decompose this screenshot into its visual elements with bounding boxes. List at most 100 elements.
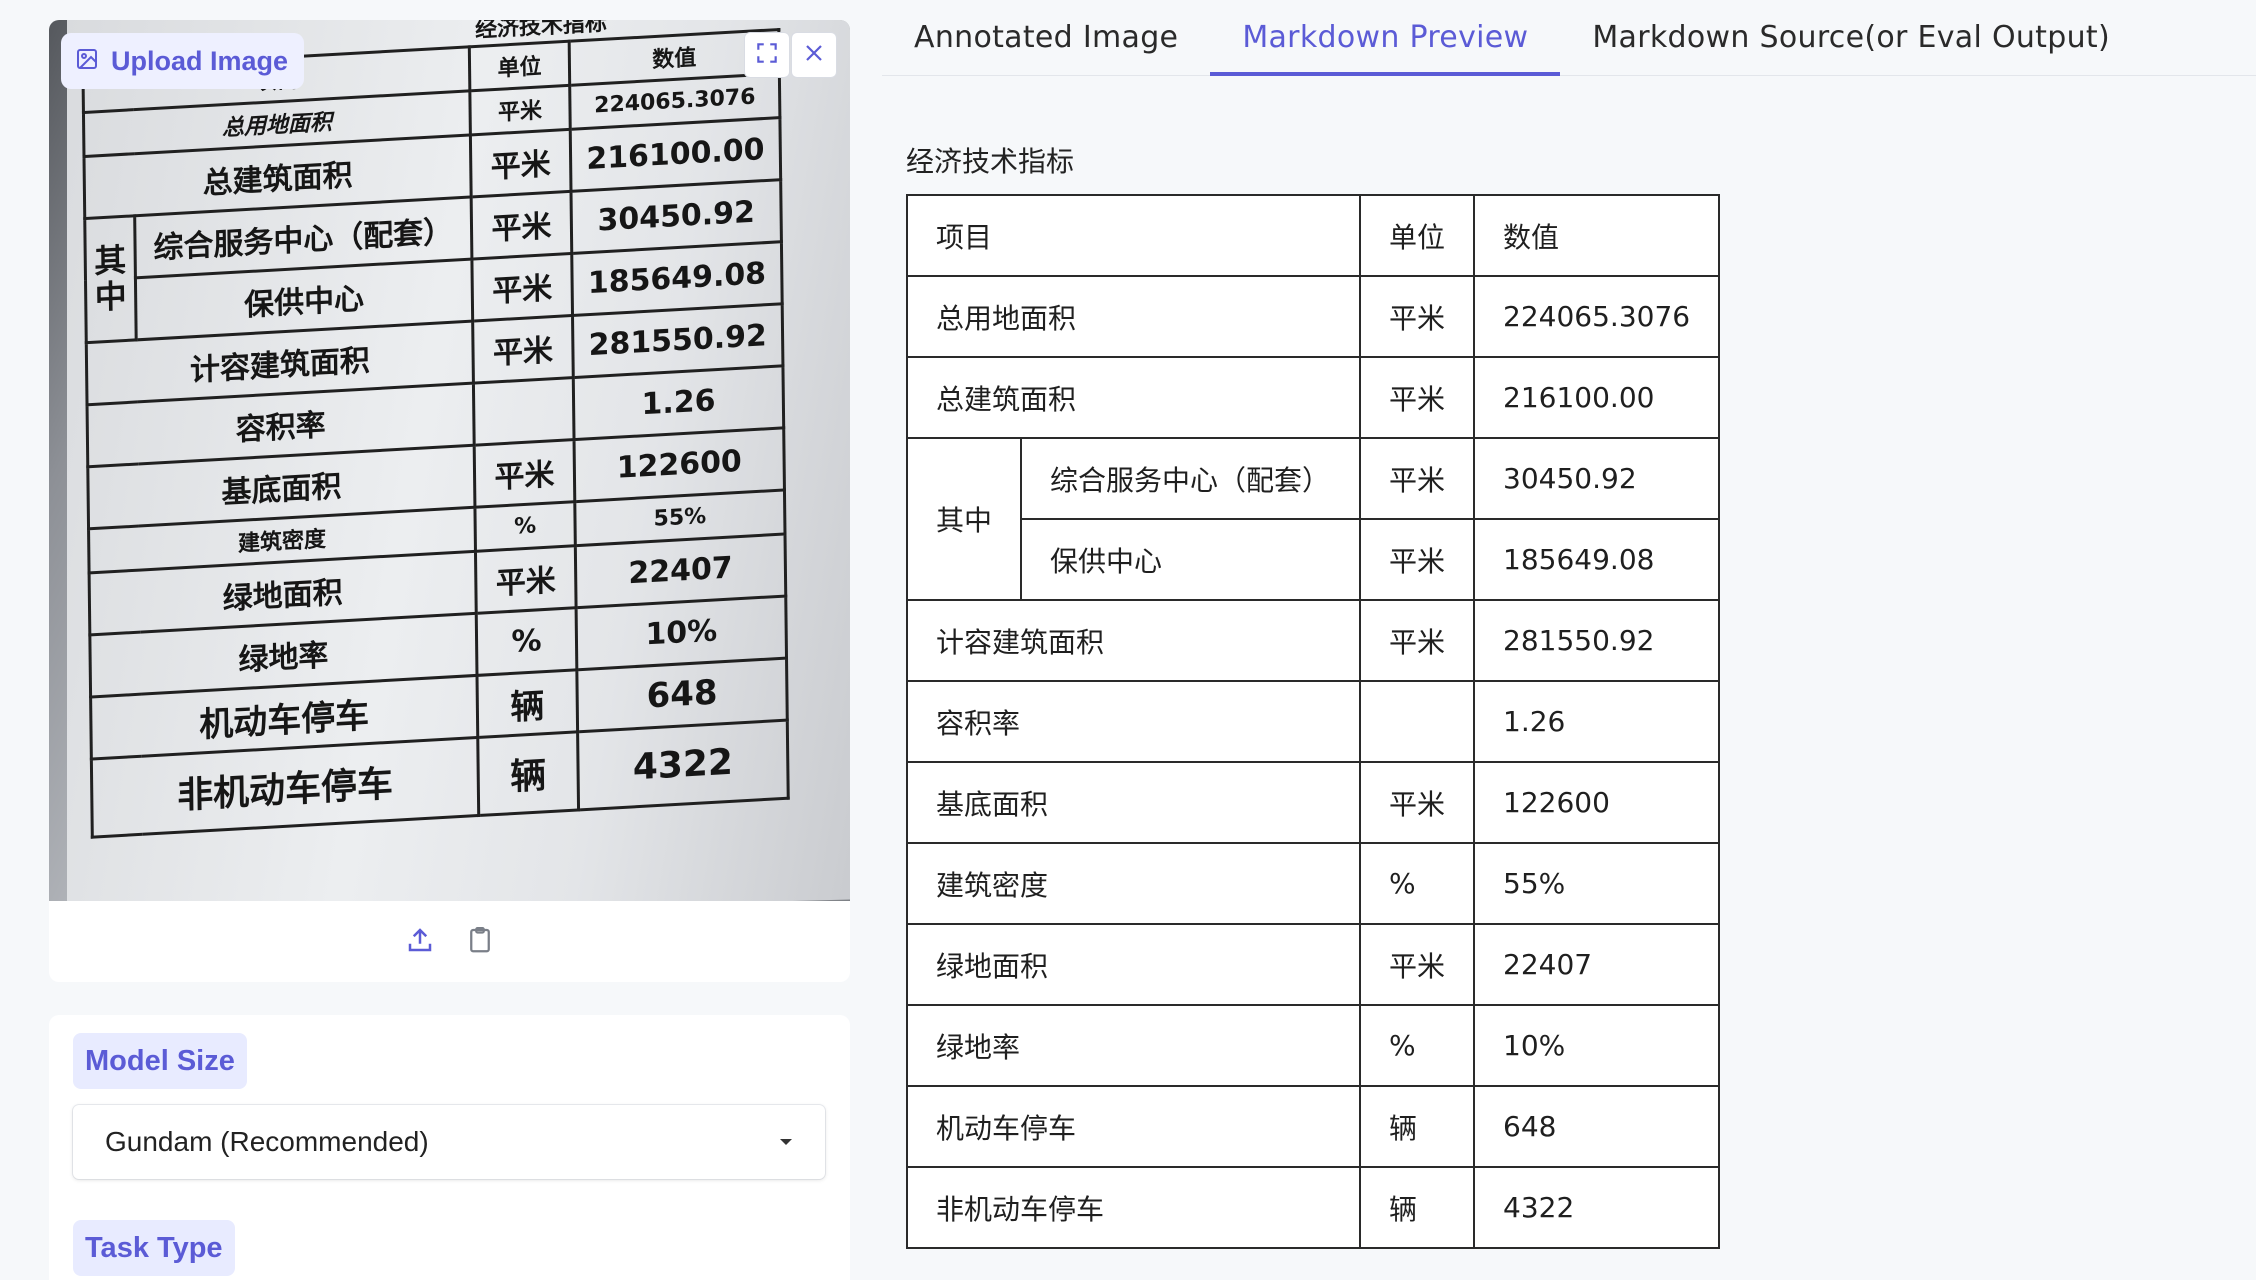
cell-value: 1.26: [1473, 680, 1721, 763]
cell-value: 10%: [1473, 1004, 1721, 1087]
upload-icon[interactable]: [405, 925, 435, 959]
photo-cell-unit: %: [476, 607, 577, 675]
cell-unit: 平米: [1359, 518, 1476, 601]
table-row: 总建筑面积 平米 216100.00: [905, 356, 1721, 439]
photo-cell-unit: 平米: [470, 128, 571, 197]
cell-item: 总建筑面积: [905, 356, 1362, 439]
model-size-value: Gundam (Recommended): [105, 1126, 429, 1157]
photo-cell-unit: 辆: [477, 731, 579, 816]
photo-cell-unit: 平米: [471, 190, 572, 259]
cell-value: 224065.3076: [1473, 275, 1721, 358]
input-panel: 经济技术指标 项目 单位 数值 总用地面积 平米 224065.3076 总建筑…: [49, 0, 850, 1280]
table-row: 基底面积 平米 122600: [905, 761, 1721, 844]
cell-item: 总用地面积: [905, 275, 1362, 358]
cell-unit: 辆: [1359, 1166, 1476, 1249]
cell-value: 185649.08: [1473, 518, 1721, 601]
photo-cell-value: 10%: [576, 595, 787, 670]
image-source-bar: [49, 901, 850, 982]
cell-unit: 平米: [1359, 275, 1476, 358]
table-row: 总用地面积 平米 224065.3076: [905, 275, 1721, 358]
fullscreen-button[interactable]: [744, 32, 790, 78]
close-icon: [802, 41, 826, 69]
table-header-row: 项目 单位 数值: [905, 194, 1721, 277]
cell-value: 22407: [1473, 923, 1721, 1006]
cell-item: 容积率: [905, 680, 1362, 763]
model-size-dropdown[interactable]: Gundam (Recommended): [73, 1105, 825, 1179]
tab-markdown-source[interactable]: Markdown Source(or Eval Output): [1560, 0, 2142, 75]
markdown-preview: 经济技术指标 项目 单位 数值 总用地面积 平米 224065.3076 总建筑…: [905, 130, 2226, 1249]
table-row: 机动车停车 辆 648: [905, 1085, 1721, 1168]
output-panel: Annotated Image Markdown Preview Markdow…: [882, 0, 2256, 1280]
cell-unit: %: [1359, 1004, 1476, 1087]
cell-unit: [1359, 680, 1476, 763]
options-card: Model Size Gundam (Recommended) Task Typ…: [49, 1015, 850, 1280]
cell-item: 非机动车停车: [905, 1166, 1362, 1249]
photo-cell-unit: 平米: [469, 84, 571, 135]
clear-image-button[interactable]: [791, 32, 837, 78]
cell-unit: 平米: [1359, 356, 1476, 439]
table-row: 其中 综合服务中心（配套） 平米 30450.92: [905, 437, 1721, 601]
tab-annotated-image[interactable]: Annotated Image: [882, 0, 1210, 75]
cell-value: 648: [1473, 1085, 1721, 1168]
task-type-label: Task Type: [73, 1220, 235, 1276]
cell-item: 保供中心: [1020, 518, 1362, 601]
image-upload-card: 经济技术指标 项目 单位 数值 总用地面积 平米 224065.3076 总建筑…: [49, 20, 850, 982]
cell-unit: 平米: [1359, 437, 1476, 520]
preview-table: 项目 单位 数值 总用地面积 平米 224065.3076 总建筑面积 平米 2…: [905, 194, 1721, 1249]
photo-cell-value: 22407: [575, 533, 786, 608]
cell-item: 综合服务中心（配套）: [1020, 437, 1362, 520]
header-cell-unit: 单位: [1359, 194, 1476, 277]
cell-unit: 辆: [1359, 1085, 1476, 1168]
table-row: 保供中心 平米 185649.08: [907, 518, 1721, 601]
cell-group: 其中: [905, 437, 1023, 601]
photo-cell-value: 648: [576, 657, 788, 732]
table-row: 非机动车停车 辆 4322: [905, 1166, 1721, 1249]
cell-item: 机动车停车: [905, 1085, 1362, 1168]
photo-cell-unit: 平米: [474, 439, 575, 507]
photo-cell-value: 30450.92: [570, 179, 782, 253]
cell-unit: 平米: [1359, 761, 1476, 844]
cell-unit: 平米: [1359, 923, 1476, 1006]
output-tabs: Annotated Image Markdown Preview Markdow…: [882, 0, 2256, 76]
cell-item: 绿地率: [905, 1004, 1362, 1087]
cell-unit: 平米: [1359, 599, 1476, 682]
photo-cell-value: 216100.00: [570, 117, 781, 191]
tab-markdown-preview[interactable]: Markdown Preview: [1210, 0, 1561, 76]
clipboard-icon[interactable]: [465, 925, 495, 959]
table-row: 绿地率 % 10%: [905, 1004, 1721, 1087]
table-row: 容积率 1.26: [905, 680, 1721, 763]
preview-title: 经济技术指标: [906, 145, 1075, 178]
table-row: 计容建筑面积 平米 281550.92: [905, 599, 1721, 682]
photo-table: 经济技术指标 项目 单位 数值 总用地面积 平米 224065.3076 总建筑…: [81, 20, 790, 838]
table-row: 绿地面积 平米 22407: [905, 923, 1721, 1006]
photo-cell-value: 122600: [574, 427, 785, 502]
cell-value: 4322: [1473, 1166, 1721, 1249]
photo-cell-unit: 辆: [476, 669, 578, 737]
cell-value: 55%: [1473, 842, 1721, 925]
photo-cell-unit: [473, 377, 575, 445]
cell-item: 绿地面积: [905, 923, 1362, 1006]
photo-cell-value: 4322: [577, 719, 789, 810]
cell-value: 216100.00: [1473, 356, 1721, 439]
photo-cell-unit: %: [474, 501, 576, 551]
header-cell-value: 数值: [1473, 194, 1721, 277]
cell-value: 281550.92: [1473, 599, 1721, 682]
uploaded-photo: 经济技术指标 项目 单位 数值 总用地面积 平米 224065.3076 总建筑…: [49, 20, 850, 901]
cell-item: 基底面积: [905, 761, 1362, 844]
photo-cell-unit: 平米: [471, 252, 573, 321]
photo-cell-unit: 平米: [475, 545, 577, 613]
photo-cell-value: 281550.92: [572, 303, 783, 378]
photo-header-unit: 单位: [469, 40, 570, 91]
image-icon: [75, 47, 99, 75]
cell-unit: %: [1359, 842, 1476, 925]
upload-image-text: Upload Image: [111, 45, 289, 76]
cell-value: 122600: [1473, 761, 1721, 844]
upload-image-label[interactable]: Upload Image: [61, 33, 305, 89]
chevron-down-icon: [777, 1133, 795, 1152]
fullscreen-icon: [754, 40, 780, 70]
photo-group-cell: 其中: [84, 215, 137, 343]
model-size-label: Model Size: [73, 1033, 247, 1089]
header-cell-item: 项目: [905, 194, 1362, 277]
cell-item: 建筑密度: [905, 842, 1362, 925]
photo-cell-value: 185649.08: [571, 241, 783, 316]
